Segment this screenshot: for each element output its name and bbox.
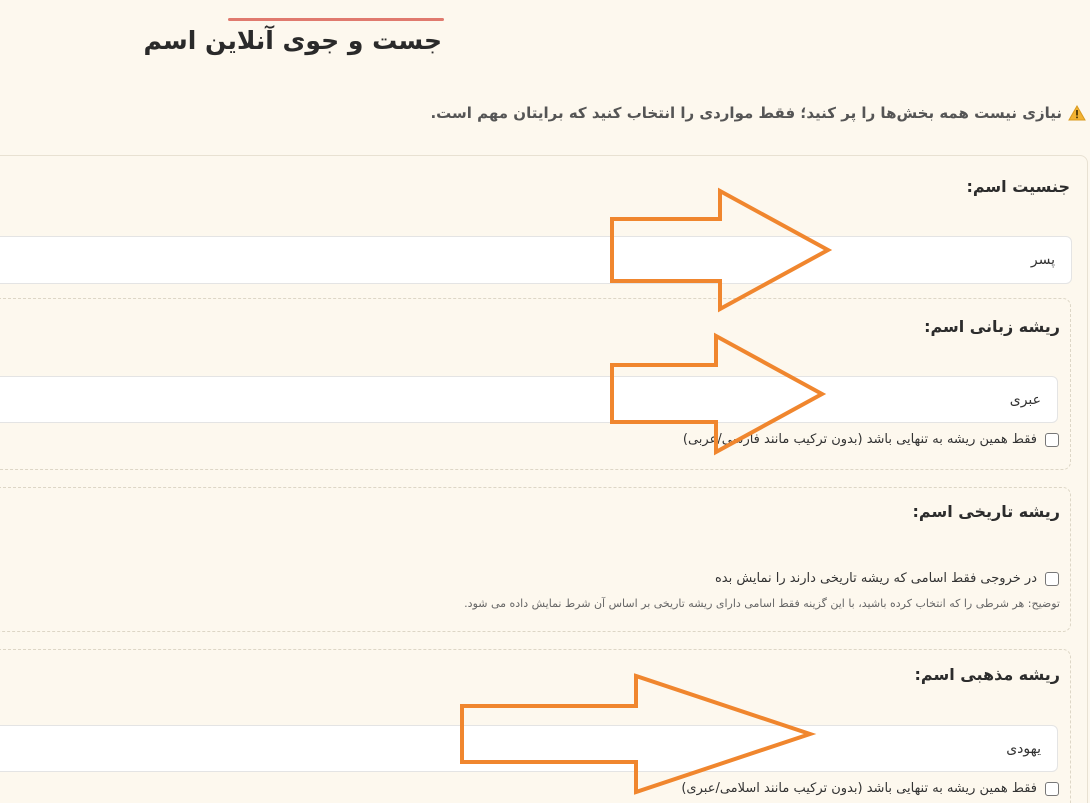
religious-root-label: ریشه مذهبی اسم: [914, 665, 1060, 684]
annotation-arrow-language [610, 332, 827, 456]
language-root-only-checkbox[interactable] [1045, 432, 1059, 447]
title-underline [228, 18, 444, 21]
language-root-label: ریشه زبانی اسم: [924, 317, 1060, 336]
notice-banner: نیازی نیست همه بخش‌ها را پر کنید؛ فقط مو… [430, 104, 1086, 122]
religious-root-only-checkbox[interactable] [1045, 781, 1059, 796]
gender-label: جنسیت اسم: [966, 177, 1070, 196]
annotation-arrow-gender [610, 187, 833, 313]
gender-select[interactable]: پسر [0, 236, 1072, 284]
warning-icon [1068, 105, 1086, 121]
historical-root-option[interactable]: در خروجی فقط اسامی که ریشه تاریخی دارند … [715, 571, 1059, 586]
language-root-select-value: عبری [1009, 391, 1041, 408]
historical-root-checkbox[interactable] [1045, 571, 1059, 586]
historical-root-label: ریشه تاریخی اسم: [912, 502, 1060, 521]
notice-text: نیازی نیست همه بخش‌ها را پر کنید؛ فقط مو… [430, 104, 1062, 122]
page-title: جست و جوی آنلاین اسم [143, 26, 442, 55]
historical-root-note: توضیح: هر شرطی را که انتخاب کرده باشید، … [464, 597, 1060, 610]
historical-root-card [0, 487, 1071, 632]
religious-root-select-value: یهودی [1006, 740, 1041, 757]
language-root-select[interactable]: عبری [0, 376, 1058, 423]
historical-root-checkbox-label: در خروجی فقط اسامی که ریشه تاریخی دارند … [714, 571, 1037, 586]
gender-select-value: پسر [1030, 252, 1055, 268]
annotation-arrow-religious [460, 673, 817, 795]
